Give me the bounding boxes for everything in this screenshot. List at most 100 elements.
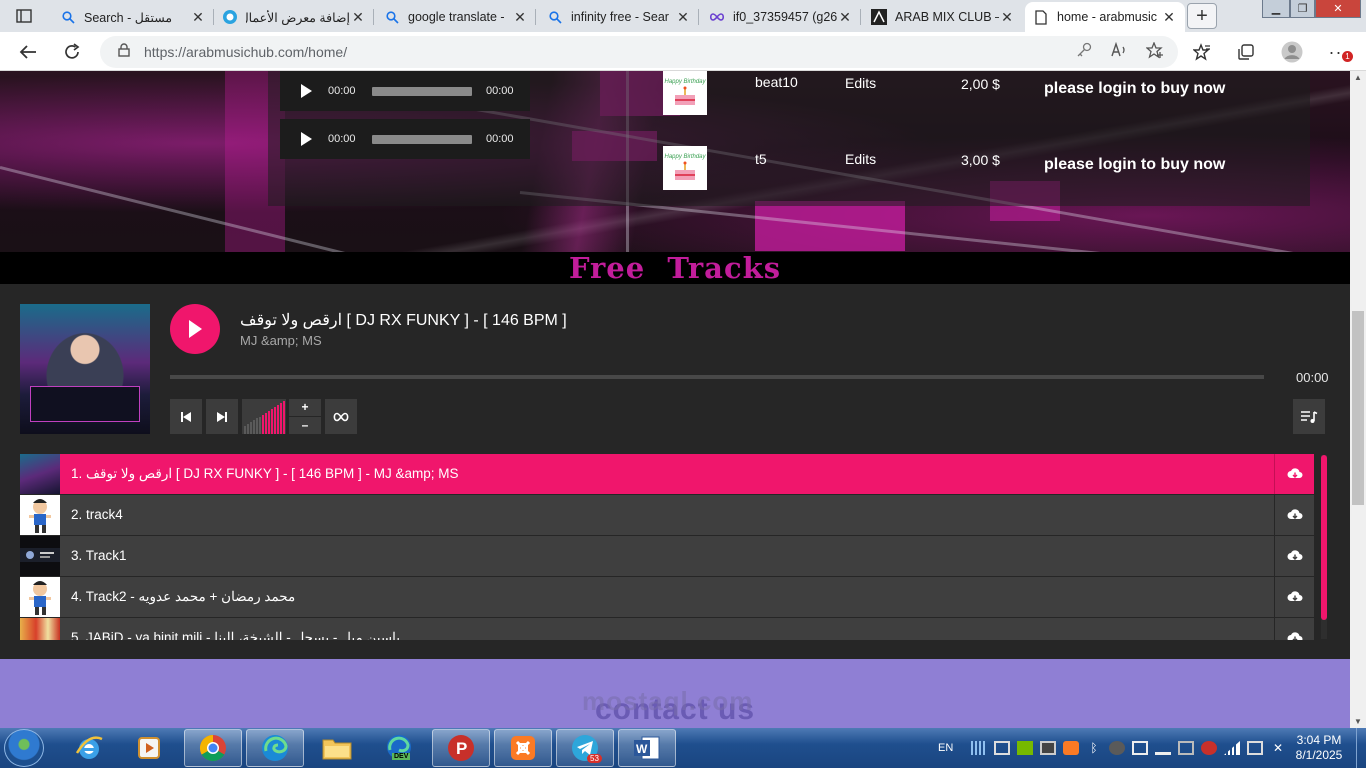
tab-close-button[interactable]: ✕ <box>837 9 853 26</box>
media-player-app[interactable] <box>120 729 178 767</box>
psiphon-tray-icon[interactable] <box>1201 741 1217 755</box>
cloud-download-icon <box>1287 509 1302 519</box>
download-button[interactable] <box>1274 536 1314 576</box>
volume-bar <box>277 405 279 434</box>
scroll-up-arrow-icon[interactable]: ▲ <box>1354 73 1362 82</box>
add-favorite-icon[interactable] <box>1145 41 1164 64</box>
signal-strength-icon[interactable] <box>1224 741 1240 755</box>
tab-title: google translate - <box>408 10 505 24</box>
playlist-item[interactable]: 4. Track2 - محمد رمضان + محمد عدويه <box>20 577 1314 617</box>
language-indicator[interactable]: EN <box>938 742 964 754</box>
volume-muted-icon[interactable]: ✕ <box>1270 741 1286 755</box>
close-window-button[interactable]: ✕ <box>1315 0 1361 18</box>
network-adapter-icon[interactable] <box>1178 741 1194 755</box>
psiphon-app[interactable]: P <box>432 729 490 767</box>
edge-app[interactable] <box>246 729 304 767</box>
svg-text:P: P <box>456 739 467 758</box>
monitor-icon[interactable] <box>994 741 1010 755</box>
nvidia-icon[interactable] <box>1017 741 1033 755</box>
volume-up-button[interactable]: + <box>289 399 321 416</box>
tab-arabmusichub-home[interactable]: home - arabmusic ✕ <box>1025 2 1185 32</box>
tab-close-button[interactable]: ✕ <box>999 9 1015 26</box>
playlist-scroll-thumb[interactable] <box>1321 455 1327 620</box>
reload-button[interactable] <box>59 39 85 65</box>
new-tab-button[interactable]: + <box>1187 3 1217 29</box>
now-playing-title: ارقص ولا توقف [ DJ RX FUNKY ] - [ 146 BP… <box>240 312 567 329</box>
word-app[interactable]: W <box>618 729 676 767</box>
tab-actions-button[interactable] <box>6 3 42 29</box>
security-icon[interactable] <box>1109 741 1125 755</box>
clock-date: 8/1/2025 <box>1295 748 1343 762</box>
tab-close-button[interactable]: ✕ <box>190 9 206 26</box>
url-field[interactable]: https://arabmusichub.com/home/ <box>100 36 1178 68</box>
bluetooth-icon[interactable]: ᛒ <box>1086 741 1102 755</box>
read-aloud-icon[interactable] <box>1110 41 1128 64</box>
next-button[interactable] <box>206 399 238 434</box>
lan-icon[interactable] <box>1155 741 1171 755</box>
tab-infinity-free[interactable]: infinity free - Sear ✕ <box>539 2 699 32</box>
tab-title: إضافة معرض الأعمال <box>246 10 350 25</box>
back-button[interactable] <box>15 39 41 65</box>
tab-close-button[interactable]: ✕ <box>1161 9 1177 26</box>
tab-search-mostaql[interactable]: Search - مستقل ✕ <box>52 2 214 32</box>
telegram-app[interactable]: 53 <box>556 729 614 767</box>
tab-arab-mix-club[interactable]: ARAB MIX CLUB – ✕ <box>863 2 1023 32</box>
seek-bar[interactable] <box>372 134 472 144</box>
page-scroll-thumb[interactable] <box>1352 311 1364 505</box>
volume-down-button[interactable]: – <box>289 417 321 434</box>
profile-button[interactable] <box>1279 39 1305 65</box>
play-button[interactable] <box>170 304 220 354</box>
previous-button[interactable] <box>170 399 202 434</box>
xampp-tray-icon[interactable] <box>1063 741 1079 755</box>
favorites-button[interactable] <box>1189 39 1215 65</box>
tab-hosting-account[interactable]: if0_37359457 (g26 ✕ <box>701 2 861 32</box>
maximize-button[interactable]: ❐ <box>1290 0 1315 18</box>
tab-portfolio[interactable]: إضافة معرض الأعمال ✕ <box>214 2 374 32</box>
play-icon[interactable] <box>298 83 314 99</box>
internet-explorer-app[interactable] <box>60 729 118 767</box>
playlist-toggle-button[interactable] <box>1293 399 1325 434</box>
audio-player[interactable]: 00:00 00:00 <box>280 119 530 159</box>
download-button[interactable] <box>1274 495 1314 535</box>
minimize-button[interactable]: ▁ <box>1262 0 1290 18</box>
login-to-buy-link[interactable]: please login to buy now <box>1044 80 1225 98</box>
tab-close-button[interactable]: ✕ <box>512 9 528 26</box>
clock[interactable]: 3:04 PM 8/1/2025 <box>1288 733 1350 763</box>
seek-bar[interactable] <box>170 375 1264 379</box>
play-icon[interactable] <box>298 131 314 147</box>
playlist-scrollbar[interactable] <box>1321 455 1327 639</box>
network-grid-icon[interactable] <box>971 741 987 755</box>
display-icon[interactable] <box>1040 741 1056 755</box>
usb-icon[interactable] <box>1132 741 1148 755</box>
audio-player[interactable]: 00:00 00:00 <box>280 71 530 111</box>
chrome-app[interactable] <box>184 729 242 767</box>
start-button[interactable] <box>4 729 44 767</box>
volume-meter[interactable] <box>242 399 286 434</box>
track-thumbnail <box>20 577 60 617</box>
seek-bar[interactable] <box>372 86 472 96</box>
collections-button[interactable] <box>1233 39 1259 65</box>
playlist-item[interactable]: 2. track4 <box>20 495 1314 535</box>
playlist-item[interactable]: 1. ارقص ولا توقف [ DJ RX FUNKY ] - [ 146… <box>20 454 1314 494</box>
edge-dev-app[interactable]: DEV <box>370 729 428 767</box>
volume-bar <box>256 418 258 434</box>
page-scrollbar[interactable]: ▲ ▼ <box>1350 71 1366 728</box>
download-button[interactable] <box>1274 577 1314 617</box>
xampp-app[interactable] <box>494 729 552 767</box>
playlist-item[interactable]: 3. Track1 <box>20 536 1314 576</box>
tab-google-translate[interactable]: google translate - ✕ <box>376 2 536 32</box>
login-to-buy-link[interactable]: please login to buy now <box>1044 156 1225 174</box>
tab-close-button[interactable]: ✕ <box>675 9 691 26</box>
tab-close-button[interactable]: ✕ <box>350 9 366 26</box>
download-button[interactable] <box>1274 454 1314 494</box>
show-desktop-button[interactable] <box>1356 728 1366 768</box>
download-button[interactable] <box>1274 618 1314 640</box>
scroll-down-arrow-icon[interactable]: ▼ <box>1354 717 1362 726</box>
file-explorer-app[interactable] <box>308 729 366 767</box>
network-disconnected-icon[interactable] <box>1247 741 1263 755</box>
settings-menu-button[interactable]: ··· 1 <box>1326 39 1353 65</box>
playlist-item[interactable]: 5. JABiD - ya binit mili - ياسين ميل - ب… <box>20 618 1314 640</box>
loop-button[interactable] <box>325 399 357 434</box>
track-thumbnail <box>20 536 60 576</box>
key-icon[interactable] <box>1076 42 1092 64</box>
